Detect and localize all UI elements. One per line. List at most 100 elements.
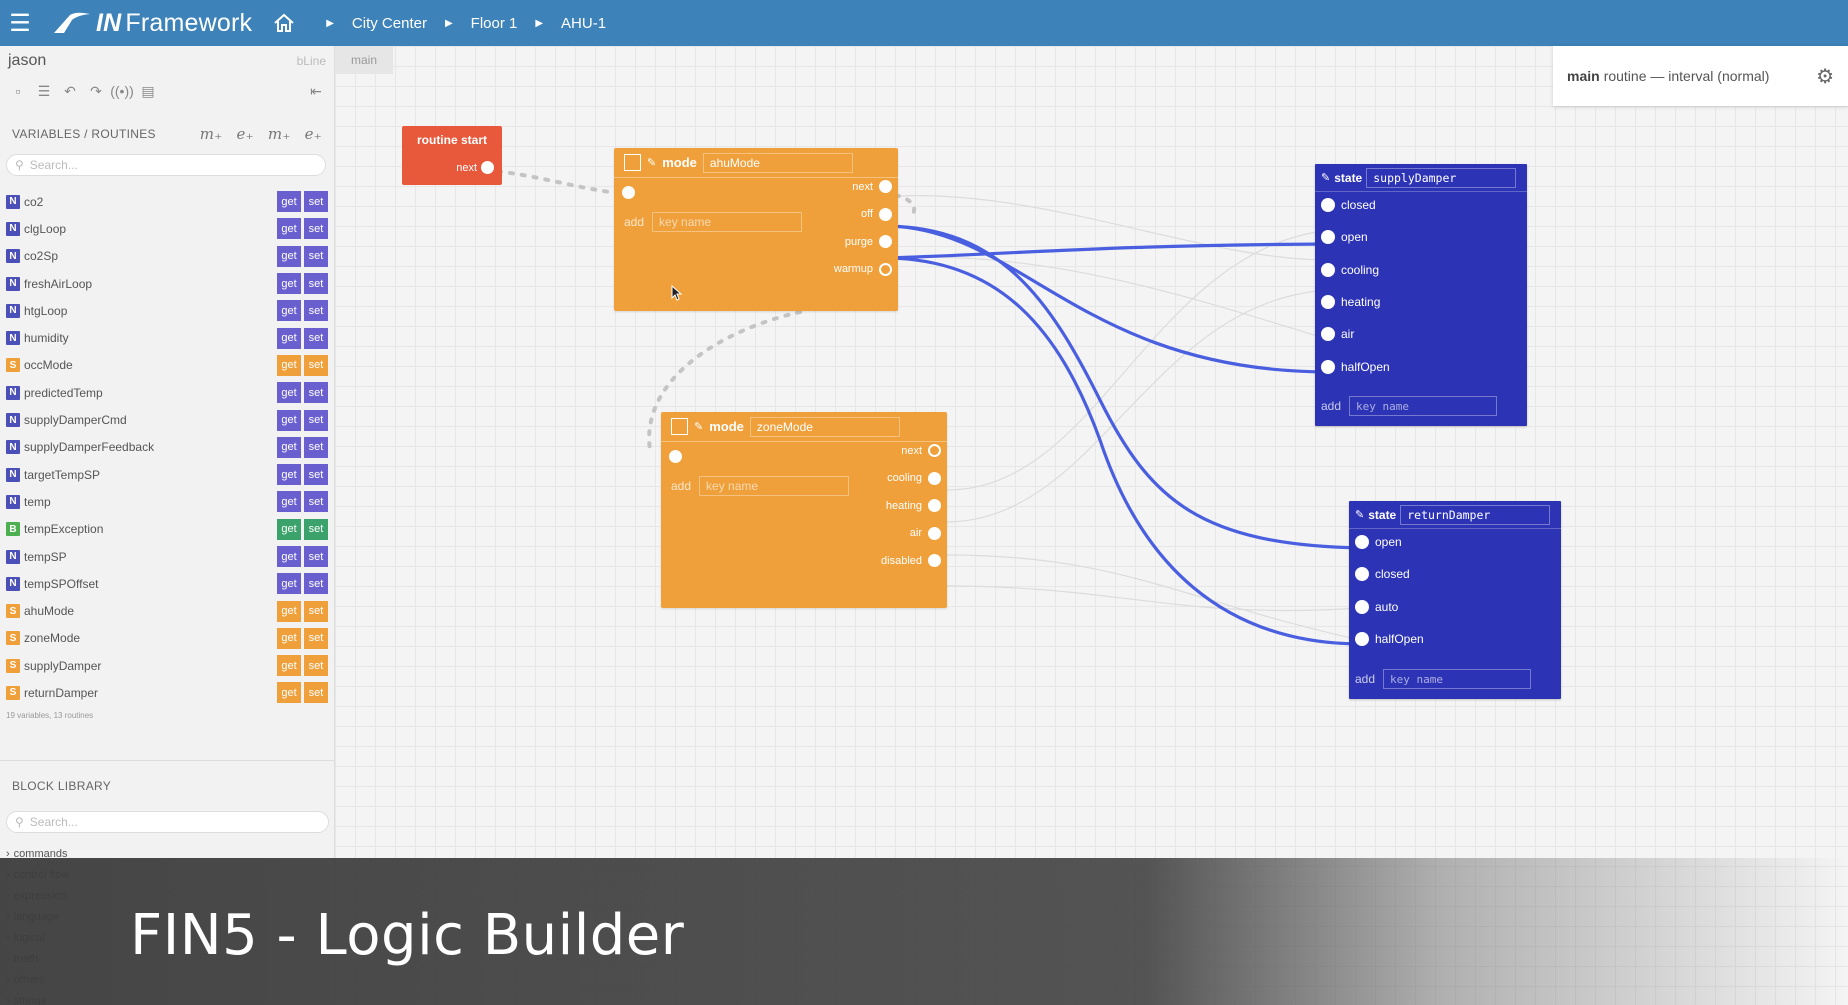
variable-name[interactable]: tempSP — [24, 550, 274, 564]
state-row[interactable]: open — [1321, 230, 1368, 245]
state-row[interactable]: open — [1355, 535, 1402, 549]
state-input-port[interactable] — [1321, 294, 1335, 309]
breadcrumb-item[interactable]: City Center — [352, 15, 427, 32]
set-button[interactable]: set — [304, 491, 328, 513]
gear-icon[interactable]: ⚙ — [1816, 64, 1834, 89]
get-button[interactable]: get — [277, 273, 301, 295]
get-button[interactable]: get — [277, 382, 301, 404]
key-name-input[interactable]: key name — [652, 212, 803, 232]
menu-icon[interactable]: ☰ — [0, 0, 40, 46]
set-button[interactable]: set — [304, 518, 328, 540]
set-button[interactable]: set — [304, 682, 328, 704]
key-name-input[interactable]: key name — [699, 476, 850, 496]
variable-name[interactable]: co2Sp — [24, 249, 274, 263]
add-e-icon[interactable]: e₊ — [236, 125, 253, 143]
state-row[interactable]: closed — [1355, 567, 1410, 582]
variable-row[interactable]: NfreshAirLoop get set — [0, 270, 334, 297]
state-block-supply-damper[interactable]: ✎ state supplyDamper closed open cooling he… — [1315, 164, 1527, 426]
block-name-field[interactable]: supplyDamper — [1366, 167, 1517, 188]
key-name-input[interactable]: key name — [1349, 396, 1498, 416]
get-button[interactable]: get — [277, 491, 301, 513]
variable-name[interactable]: targetTempSP — [24, 468, 274, 482]
state-input-port[interactable] — [1355, 599, 1369, 614]
state-input-port[interactable] — [1321, 198, 1335, 212]
set-button[interactable]: set — [304, 273, 328, 295]
variable-row[interactable]: NpredictedTemp get set — [0, 379, 334, 406]
variable-row[interactable]: NhtgLoop get set — [0, 297, 334, 324]
input-port[interactable] — [669, 450, 682, 463]
variable-name[interactable]: returnDamper — [24, 686, 274, 700]
set-button[interactable]: set — [304, 327, 328, 349]
breadcrumb-item[interactable]: AHU-1 — [561, 15, 606, 32]
redo-icon[interactable]: ↷ — [88, 83, 104, 99]
set-button[interactable]: set — [304, 300, 328, 322]
output-port[interactable] — [928, 444, 941, 457]
output-port[interactable] — [879, 207, 892, 221]
variable-name[interactable]: tempSPOffset — [24, 577, 274, 591]
set-button[interactable]: set — [304, 354, 328, 376]
set-button[interactable]: set — [304, 546, 328, 567]
variable-row[interactable]: SsupplyDamper get set — [0, 652, 334, 679]
get-button[interactable]: get — [277, 409, 301, 431]
variable-row[interactable]: Nco2Sp get set — [0, 243, 334, 270]
add-label[interactable]: add — [624, 215, 644, 229]
set-button[interactable]: set — [304, 191, 328, 213]
output-port[interactable] — [879, 262, 892, 276]
get-button[interactable]: get — [277, 546, 301, 567]
variable-name[interactable]: co2 — [24, 195, 274, 209]
add-m2-icon[interactable]: m₊ — [268, 125, 291, 143]
variable-row[interactable]: Ntemp get set — [0, 488, 334, 515]
variable-row[interactable]: NsupplyDamperCmd get set — [0, 406, 334, 433]
state-input-port[interactable] — [1321, 262, 1335, 277]
add-m-icon[interactable]: m₊ — [200, 125, 223, 143]
edit-icon[interactable]: ✎ — [694, 420, 703, 433]
state-row[interactable]: halfOpen — [1321, 359, 1390, 374]
block-checkbox[interactable] — [624, 154, 641, 171]
get-button[interactable]: get — [277, 354, 301, 376]
variable-row[interactable]: NtargetTempSP get set — [0, 461, 334, 488]
grid-icon[interactable]: ▤ — [140, 83, 156, 99]
output-port[interactable] — [879, 235, 892, 248]
variable-row[interactable]: NclgLoop get set — [0, 215, 334, 242]
variables-search-input[interactable]: ⚲ Search... — [6, 154, 326, 176]
get-button[interactable]: get — [277, 327, 301, 349]
state-row[interactable]: cooling — [1321, 262, 1379, 277]
tab-main[interactable]: main — [335, 46, 393, 74]
align-icon[interactable]: ☰ — [36, 83, 52, 99]
variable-name[interactable]: supplyDamperCmd — [24, 413, 274, 427]
set-button[interactable]: set — [304, 245, 328, 267]
edit-icon[interactable]: ✎ — [1321, 171, 1330, 184]
add-label[interactable]: add — [1355, 672, 1375, 686]
mode-block-zone[interactable]: ✎ mode zoneMode add key name next cooling… — [661, 412, 947, 608]
app-logo[interactable]: IN Framework — [52, 9, 252, 38]
set-button[interactable]: set — [304, 627, 328, 649]
state-row[interactable]: heating — [1321, 294, 1380, 309]
state-input-port[interactable] — [1355, 567, 1369, 582]
output-port[interactable] — [928, 499, 941, 512]
variable-name[interactable]: occMode — [24, 358, 274, 372]
variable-name[interactable]: humidity — [24, 331, 274, 345]
set-button[interactable]: set — [304, 655, 328, 677]
mode-block-ahu[interactable]: ✎ mode ahuMode add key name next off purge… — [614, 148, 898, 311]
output-port[interactable] — [928, 554, 941, 567]
variable-row[interactable]: SreturnDamper get set — [0, 679, 334, 706]
output-port[interactable] — [879, 180, 892, 193]
broadcast-icon[interactable]: ((•)) — [110, 83, 134, 99]
key-name-input[interactable]: key name — [1383, 669, 1532, 689]
set-button[interactable]: set — [304, 382, 328, 404]
state-input-port[interactable] — [1321, 327, 1335, 342]
variable-name[interactable]: freshAirLoop — [24, 277, 274, 291]
variable-name[interactable]: supplyDamper — [24, 659, 274, 673]
state-input-port[interactable] — [1355, 535, 1369, 549]
edit-icon[interactable]: ✎ — [1355, 508, 1364, 521]
set-button[interactable]: set — [304, 573, 328, 595]
home-icon[interactable] — [272, 11, 296, 35]
set-button[interactable]: set — [304, 600, 328, 622]
variable-row[interactable]: Nco2 get set — [0, 188, 334, 215]
library-search-input[interactable]: ⚲ Search... — [6, 811, 329, 833]
state-row[interactable]: closed — [1321, 198, 1376, 212]
state-input-port[interactable] — [1355, 631, 1369, 646]
variable-row[interactable]: Nhumidity get set — [0, 324, 334, 351]
state-row[interactable]: air — [1321, 327, 1354, 342]
routine-start-block[interactable]: routine start next — [402, 126, 502, 185]
